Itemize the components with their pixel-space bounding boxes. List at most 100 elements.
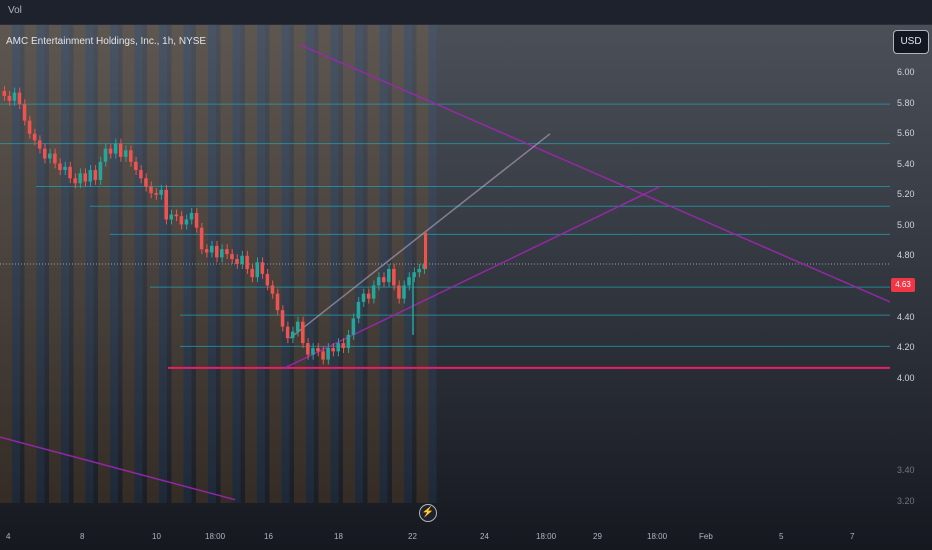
candle-body [321,351,325,360]
price-label: 4.40 [897,312,915,322]
candle-body [376,277,381,286]
candle-body [199,227,204,250]
candle-body [189,212,194,220]
candle-body [103,148,108,162]
candle-body [402,285,406,299]
time-label: 7 [850,532,855,541]
candle-body [306,343,310,355]
candle-body [230,254,234,260]
candle-body [220,249,224,258]
lightning-icon[interactable]: ⚡ [419,504,437,522]
candle-body [346,334,351,349]
candle-body [7,95,12,101]
candle-body [371,285,376,299]
trendline [299,44,891,303]
time-label: 4 [6,532,11,541]
candle-body [245,255,249,269]
candle-body [412,272,416,278]
candle-body [73,178,77,184]
candle-body [215,245,219,258]
candle-body [424,232,427,269]
candle-body [83,173,88,182]
candle-body [331,348,335,352]
volume-label: Vol [8,5,22,16]
session-band [36,25,45,503]
candle-body [128,150,133,162]
candle-body [12,92,17,101]
symbol-title: AMC Entertainment Holdings, Inc., 1h, NY… [6,36,207,47]
candle-body [164,189,168,220]
candle-body [78,173,82,184]
candle-body [42,148,47,159]
candle-body [2,90,7,96]
candle-body [407,277,411,286]
session-band [61,25,69,503]
session-bands [0,25,437,503]
candle-body [98,161,103,180]
candle-body [341,343,346,349]
candle-body [366,293,371,299]
candle-body [37,140,42,149]
candle-body [22,104,27,121]
candle-body [290,331,295,339]
candle-body [285,326,290,339]
time-label: 29 [593,532,602,541]
candle-body [235,259,239,264]
time-label: 18:00 [647,532,668,541]
time-label: 18 [334,532,343,541]
candle-body [32,133,37,141]
top-toolbar: Vol [0,0,932,25]
price-chart[interactable]: AMC Entertainment Holdings, Inc., 1h, NY… [0,25,932,550]
time-label: 22 [408,532,417,541]
currency-button[interactable]: USD [893,30,929,54]
candle-body [301,321,305,344]
candle-body [260,262,265,274]
candle-body [336,343,340,352]
time-label: 8 [80,532,85,541]
candle-body [270,285,275,294]
candle-body [316,348,320,352]
candle-body [351,318,356,335]
candle-body [144,178,148,187]
candle-body [179,216,184,225]
candle-body [326,348,330,360]
price-label: 5.80 [897,98,915,108]
candle-body [387,268,391,283]
candle-body [17,92,22,105]
candle-body [149,186,153,194]
candle-body [361,293,366,302]
price-label: 5.40 [897,159,915,169]
session-band [208,25,216,503]
candle-body [53,153,57,164]
chart-canvas[interactable] [0,25,932,550]
candle-body [108,148,113,154]
candle-body [225,249,229,255]
candle-body [295,321,300,332]
candle-body [194,212,199,228]
last-price-badge: 4.63 [891,278,915,292]
session-band [330,25,339,503]
candle-body [250,268,254,278]
time-label: 10 [152,532,161,541]
candle-body [88,170,93,182]
trendline [284,185,661,369]
candle-body [174,214,179,217]
session-band [183,25,192,503]
candle-body [397,285,401,299]
candle-body [118,143,123,157]
candle-body [417,268,421,273]
price-label: 3.40 [897,465,915,475]
candle-body [159,189,163,195]
candle-body [68,166,72,179]
time-label: 5 [779,532,784,541]
candle-body [48,153,52,159]
price-label: 5.00 [897,220,915,230]
candle-body [204,249,209,253]
candle-body [381,277,386,283]
candle-body [169,214,174,220]
candle-body [265,273,270,286]
price-label: 4.00 [897,373,915,383]
candle-body [134,161,138,171]
session-band [355,25,363,503]
candle-body [27,120,32,134]
